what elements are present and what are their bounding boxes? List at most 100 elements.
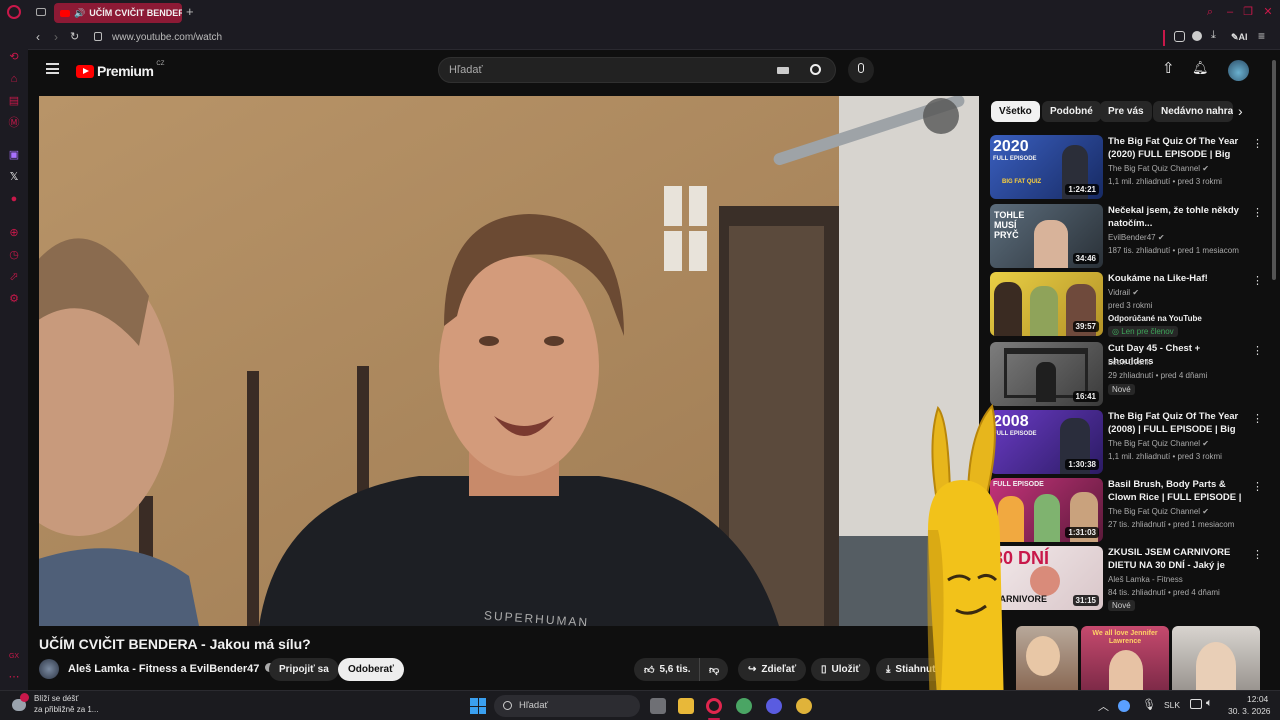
search-button[interactable]: [798, 57, 836, 83]
app-icon[interactable]: [766, 698, 782, 714]
rec-channel[interactable]: Vidrail ✔: [1108, 288, 1139, 297]
join-button[interactable]: Pripojiť sa: [269, 658, 339, 681]
start-icon[interactable]: [470, 698, 486, 714]
opera-menu-icon[interactable]: [7, 5, 21, 19]
rec-title[interactable]: Basil Brush, Body Parts & Clown Rice | F…: [1108, 478, 1248, 505]
reload-icon[interactable]: ↻: [70, 30, 79, 43]
url-field[interactable]: www.youtube.com/watch: [112, 32, 222, 43]
more-actions-icon[interactable]: ⋮: [1252, 412, 1263, 425]
rec-item[interactable]: TOHLE MUSÍ PRYČ 34:46 Nečekal jsem, že t…: [990, 204, 1263, 268]
minimize-icon[interactable]: –: [1224, 6, 1236, 18]
x-icon[interactable]: 𝕏: [7, 170, 21, 184]
aria-ai-button[interactable]: ✎AI: [1231, 32, 1248, 43]
chip-all[interactable]: Všetko: [991, 101, 1040, 122]
voice-search-button[interactable]: [848, 57, 874, 83]
channel-avatar[interactable]: [39, 659, 59, 679]
clock-time[interactable]: 12:04: [1247, 694, 1268, 704]
keyboard-icon[interactable]: [777, 67, 789, 74]
close-window-icon[interactable]: ✕: [1262, 6, 1274, 18]
save-button[interactable]: ▯ Uložiť: [811, 658, 871, 681]
microphone-tray-icon[interactable]: 🎙︎: [1142, 698, 1156, 711]
rec-thumbnail[interactable]: 39:57: [990, 272, 1103, 336]
download-icon[interactable]: ⤓: [1211, 29, 1216, 42]
rec-channel[interactable]: EvilBender47 ✔: [1108, 233, 1165, 242]
pinboard-icon[interactable]: ⬀: [7, 270, 21, 284]
rec-item[interactable]: 39:57 Koukáme na Like-Haf! Vidrail ✔ pre…: [990, 272, 1263, 337]
chips-next-icon[interactable]: ›: [1238, 103, 1243, 119]
rec-item[interactable]: FULL EPISODE 1:31:03 Basil Brush, Body P…: [990, 478, 1263, 542]
like-button[interactable]: 👍︎ 5,6 tis.: [634, 658, 699, 681]
new-tab-button[interactable]: +: [186, 4, 194, 19]
avatar[interactable]: [1228, 60, 1249, 81]
rec-title[interactable]: Nečekal jsem, že tohle někdy natočím...: [1108, 204, 1248, 230]
forward-icon[interactable]: ›: [54, 30, 58, 44]
page-scrollbar[interactable]: [1272, 60, 1276, 280]
maximize-icon[interactable]: ❐: [1242, 6, 1254, 18]
rec-channel[interactable]: Aleš Lamka - Fitness: [1108, 575, 1183, 584]
rec-channel[interactable]: The Big Fat Quiz Channel ✔: [1108, 439, 1209, 448]
rec-title[interactable]: The Big Fat Quiz Of The Year (2008) | FU…: [1108, 410, 1248, 437]
subscribe-button[interactable]: Odoberať: [338, 658, 404, 681]
chip-related[interactable]: Podobné: [1042, 101, 1101, 122]
shopping-icon[interactable]: ⌂: [7, 72, 21, 86]
rec-title[interactable]: The Big Fat Quiz Of The Year (2020) FULL…: [1108, 135, 1248, 162]
more-icon[interactable]: ⋯: [7, 670, 21, 684]
tab-active[interactable]: 🔊 UČÍM CVIČIT BENDERA: [54, 3, 182, 23]
short-thumbnail[interactable]: [1016, 626, 1078, 690]
chip-recent[interactable]: Nedávno nahrané: [1153, 101, 1233, 122]
language-indicator[interactable]: SLK: [1164, 700, 1180, 710]
clock-date[interactable]: 30. 3. 2026: [1228, 706, 1271, 716]
rec-item[interactable]: 30 DNÍ CARNIVORE 31:15 ZKUSIL JSEM CARNI…: [990, 546, 1263, 611]
weather-title[interactable]: Blíží se déšť: [34, 694, 78, 703]
volume-icon[interactable]: 🔈︎: [1206, 697, 1213, 710]
settings-icon[interactable]: ⚙: [7, 292, 21, 306]
rec-thumbnail[interactable]: 16:41: [990, 342, 1103, 406]
upload-icon[interactable]: ⇧: [1162, 59, 1175, 77]
dislike-button[interactable]: 👎︎: [699, 658, 729, 681]
task-view-icon[interactable]: [650, 698, 666, 714]
more-actions-icon[interactable]: ⋮: [1252, 137, 1263, 150]
rec-channel[interactable]: Leon Cvenk: [1108, 358, 1151, 367]
rec-title[interactable]: Koukáme na Like-Haf!: [1108, 272, 1248, 285]
video-player[interactable]: SUPERHUMAN: [39, 96, 979, 626]
speaker-icon[interactable]: 🔊: [74, 8, 85, 19]
youtube-logo[interactable]: Premium CZ: [76, 61, 164, 79]
tray-chevron-icon[interactable]: ︿: [1098, 698, 1109, 714]
search-box[interactable]: Hľadať: [438, 57, 826, 83]
app-icon[interactable]: [796, 698, 812, 714]
history-icon[interactable]: ◷: [7, 248, 21, 262]
rec-item[interactable]: 2020 FULL EPISODE BIG FAT QUIZ 1:24:21 T…: [990, 135, 1263, 199]
workspaces-icon[interactable]: [36, 8, 46, 16]
add-icon[interactable]: ⊕: [7, 226, 21, 240]
share-button[interactable]: ↪ Zdieľať: [738, 658, 807, 681]
rec-item[interactable]: 16:41 Cut Day 45 - Chest + shoulders Leo…: [990, 342, 1263, 406]
taskbar-search[interactable]: Hľadať: [494, 695, 640, 717]
more-actions-icon[interactable]: ⋮: [1252, 480, 1263, 493]
search-tabs-icon[interactable]: ⌕: [1204, 6, 1216, 18]
wallet-icon[interactable]: ▤: [7, 94, 21, 108]
back-icon[interactable]: ‹: [36, 30, 40, 44]
opera-taskbar-icon[interactable]: [706, 698, 722, 714]
app-icon[interactable]: [736, 698, 752, 714]
short-thumbnail[interactable]: [1172, 626, 1260, 690]
easy-setup-icon[interactable]: ≡: [1258, 29, 1265, 43]
more-actions-icon[interactable]: ⋮: [1252, 344, 1263, 357]
twitch-icon[interactable]: ▣: [7, 148, 21, 162]
rec-channel[interactable]: The Big Fat Quiz Channel ✔: [1108, 164, 1209, 173]
tray-icon[interactable]: [1118, 700, 1130, 712]
file-explorer-icon[interactable]: [678, 698, 694, 714]
music-icon[interactable]: ●: [7, 192, 21, 206]
rec-title[interactable]: ZKUSIL JSEM CARNIVORE DIETU NA 30 DNÍ - …: [1108, 546, 1248, 573]
more-actions-icon[interactable]: ⋮: [1252, 548, 1263, 561]
profile-icon[interactable]: [1192, 31, 1202, 41]
hamburger-menu-icon[interactable]: [46, 63, 59, 74]
search-input[interactable]: Hľadať: [449, 64, 483, 76]
channel-name[interactable]: Aleš Lamka - Fitness a EvilBender47: [68, 663, 275, 675]
more-actions-icon[interactable]: ⋮: [1252, 206, 1263, 219]
rec-item[interactable]: 2008 FULL EPISODE 1:30:38 The Big Fat Qu…: [990, 410, 1263, 474]
messenger-icon[interactable]: Ⓜ: [7, 116, 21, 130]
notifications-icon[interactable]: 🔔︎: [1192, 60, 1209, 76]
network-icon[interactable]: [1190, 699, 1202, 709]
extensions-icon[interactable]: [1174, 31, 1185, 42]
chip-for-you[interactable]: Pre vás: [1100, 101, 1152, 122]
